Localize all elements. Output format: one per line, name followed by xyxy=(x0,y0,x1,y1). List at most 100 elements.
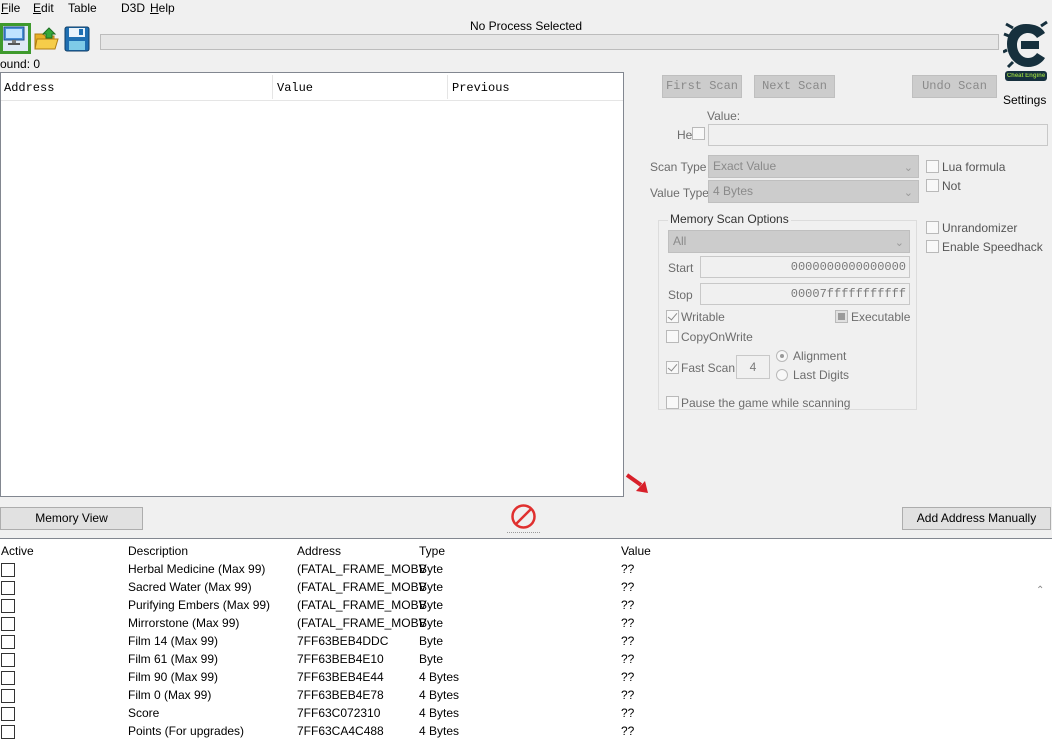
menu-edit[interactable]: Edit xyxy=(33,1,54,15)
menu-d3d[interactable]: D3D xyxy=(121,1,145,15)
column-address[interactable]: Address xyxy=(297,544,341,558)
row-address: 7FF63CA4C488 xyxy=(297,724,384,738)
writable-label: Writable xyxy=(681,310,725,324)
column-value[interactable]: Value xyxy=(277,81,313,95)
menu-table[interactable]: Table xyxy=(68,1,97,15)
active-checkbox[interactable] xyxy=(1,599,15,613)
row-description: Points (For upgrades) xyxy=(128,724,245,738)
menu-help[interactable]: Help xyxy=(150,1,175,15)
chevron-down-icon: ⌄ xyxy=(903,162,913,174)
scan-results-list[interactable]: Address Value Previous xyxy=(0,72,624,497)
memory-region-select[interactable]: All ⌄ xyxy=(668,230,910,253)
active-checkbox[interactable] xyxy=(1,671,15,685)
add-to-list-button[interactable] xyxy=(624,471,654,497)
settings-label[interactable]: Settings xyxy=(1003,93,1046,107)
speedhack-checkbox[interactable] xyxy=(926,240,939,253)
red-arrow-icon xyxy=(625,473,648,493)
not-label: Not xyxy=(942,179,961,193)
first-scan-button[interactable]: First Scan xyxy=(662,75,742,98)
table-row[interactable]: Purifying Embers (Max 99) (FATAL_FRAME_M… xyxy=(0,597,1040,615)
logo-text: Cheat Engine xyxy=(1006,73,1046,79)
row-address: (FATAL_FRAME_MOBV xyxy=(297,562,427,576)
table-row[interactable]: Points (For upgrades) 7FF63CA4C488 4 Byt… xyxy=(0,723,1040,741)
memory-view-button[interactable]: Memory View xyxy=(0,507,143,530)
writable-checkbox[interactable] xyxy=(666,310,679,323)
active-checkbox[interactable] xyxy=(1,707,15,721)
table-row[interactable]: Film 61 (Max 99) 7FF63BEB4E10 Byte ?? xyxy=(0,651,1040,669)
found-count: ound: 0 xyxy=(0,57,41,71)
fast-scan-checkbox[interactable] xyxy=(666,361,679,374)
last-digits-radio[interactable] xyxy=(776,369,788,381)
fast-scan-value-input[interactable]: 4 xyxy=(736,355,770,379)
column-description[interactable]: Description xyxy=(128,544,188,558)
alignment-radio[interactable] xyxy=(776,350,788,362)
last-digits-label: Last Digits xyxy=(793,368,850,382)
table-row[interactable]: Sacred Water (Max 99) (FATAL_FRAME_MOBV … xyxy=(0,579,1040,597)
unrandomizer-checkbox[interactable] xyxy=(926,221,939,234)
active-checkbox[interactable] xyxy=(1,635,15,649)
row-value: ?? xyxy=(621,616,635,630)
scan-type-select[interactable]: Exact Value ⌄ xyxy=(708,155,919,178)
folder-open-icon xyxy=(34,27,59,50)
column-type[interactable]: Type xyxy=(419,544,445,558)
no-entry-icon xyxy=(511,504,536,529)
copy-on-write-checkbox[interactable] xyxy=(666,330,679,343)
stop-address-input[interactable]: 00007fffffffffff xyxy=(700,283,910,305)
next-scan-button[interactable]: Next Scan xyxy=(754,75,835,98)
clear-list-button[interactable] xyxy=(510,503,537,530)
value-input[interactable] xyxy=(708,124,1048,146)
active-checkbox[interactable] xyxy=(1,725,15,739)
table-row[interactable]: Film 0 (Max 99) 7FF63BEB4E78 4 Bytes ?? xyxy=(0,687,1040,705)
not-checkbox[interactable] xyxy=(926,179,939,192)
row-type: 4 Bytes xyxy=(419,670,460,684)
table-row[interactable]: Score 7FF63C072310 4 Bytes ?? xyxy=(0,705,1040,723)
column-previous[interactable]: Previous xyxy=(452,81,510,95)
table-row[interactable]: Film 90 (Max 99) 7FF63BEB4E44 4 Bytes ?? xyxy=(0,669,1040,687)
row-type: 4 Bytes xyxy=(419,724,460,738)
unrandomizer-label: Unrandomizer xyxy=(942,221,1018,235)
save-button[interactable] xyxy=(62,24,92,54)
open-process-button[interactable] xyxy=(0,23,31,54)
row-address: 7FF63BEB4DDC xyxy=(297,634,389,648)
active-checkbox[interactable] xyxy=(1,689,15,703)
value-label: Value: xyxy=(707,109,741,123)
row-value: ?? xyxy=(621,598,635,612)
active-checkbox[interactable] xyxy=(1,653,15,667)
row-type: Byte xyxy=(419,616,444,630)
active-checkbox[interactable] xyxy=(1,563,15,577)
pause-game-checkbox[interactable] xyxy=(666,396,679,409)
column-value[interactable]: Value xyxy=(621,544,651,558)
open-file-button[interactable] xyxy=(32,24,62,54)
start-address-input[interactable]: 0000000000000000 xyxy=(700,256,910,278)
executable-checkbox[interactable] xyxy=(835,310,848,323)
menu-file[interactable]: File xyxy=(1,1,20,15)
scroll-up-icon[interactable]: ⌃ xyxy=(1036,585,1044,596)
row-value: ?? xyxy=(621,706,635,720)
active-checkbox[interactable] xyxy=(1,581,15,595)
splitter-handle[interactable] xyxy=(507,532,540,535)
row-description: Film 0 (Max 99) xyxy=(128,688,212,702)
value-type-label: Value Type xyxy=(650,186,709,200)
address-table[interactable]: Active Description Address Type Value He… xyxy=(0,538,1052,753)
row-value: ?? xyxy=(621,634,635,648)
row-description: Sacred Water (Max 99) xyxy=(128,580,252,594)
table-row[interactable]: Herbal Medicine (Max 99) (FATAL_FRAME_MO… xyxy=(0,561,1040,579)
add-address-manually-button[interactable]: Add Address Manually xyxy=(902,507,1051,530)
table-row[interactable]: Mirrorstone (Max 99) (FATAL_FRAME_MOBV B… xyxy=(0,615,1040,633)
table-row[interactable]: Film 14 (Max 99) 7FF63BEB4DDC Byte ?? xyxy=(0,633,1040,651)
row-value: ?? xyxy=(621,688,635,702)
alignment-label: Alignment xyxy=(793,349,847,363)
row-description: Film 90 (Max 99) xyxy=(128,670,219,684)
cheat-engine-logo[interactable]: Cheat Engine xyxy=(1002,20,1049,86)
value-type-select[interactable]: 4 Bytes ⌄ xyxy=(708,180,919,203)
column-active[interactable]: Active xyxy=(1,544,34,558)
hex-checkbox[interactable] xyxy=(692,127,705,140)
active-checkbox[interactable] xyxy=(1,617,15,631)
undo-scan-button[interactable]: Undo Scan xyxy=(912,75,997,98)
scan-type-value: Exact Value xyxy=(713,159,777,173)
lua-formula-checkbox[interactable] xyxy=(926,160,939,173)
column-address[interactable]: Address xyxy=(4,81,54,95)
chevron-down-icon: ⌄ xyxy=(894,237,904,249)
executable-label: Executable xyxy=(851,310,911,324)
row-address: (FATAL_FRAME_MOBV xyxy=(297,580,427,594)
